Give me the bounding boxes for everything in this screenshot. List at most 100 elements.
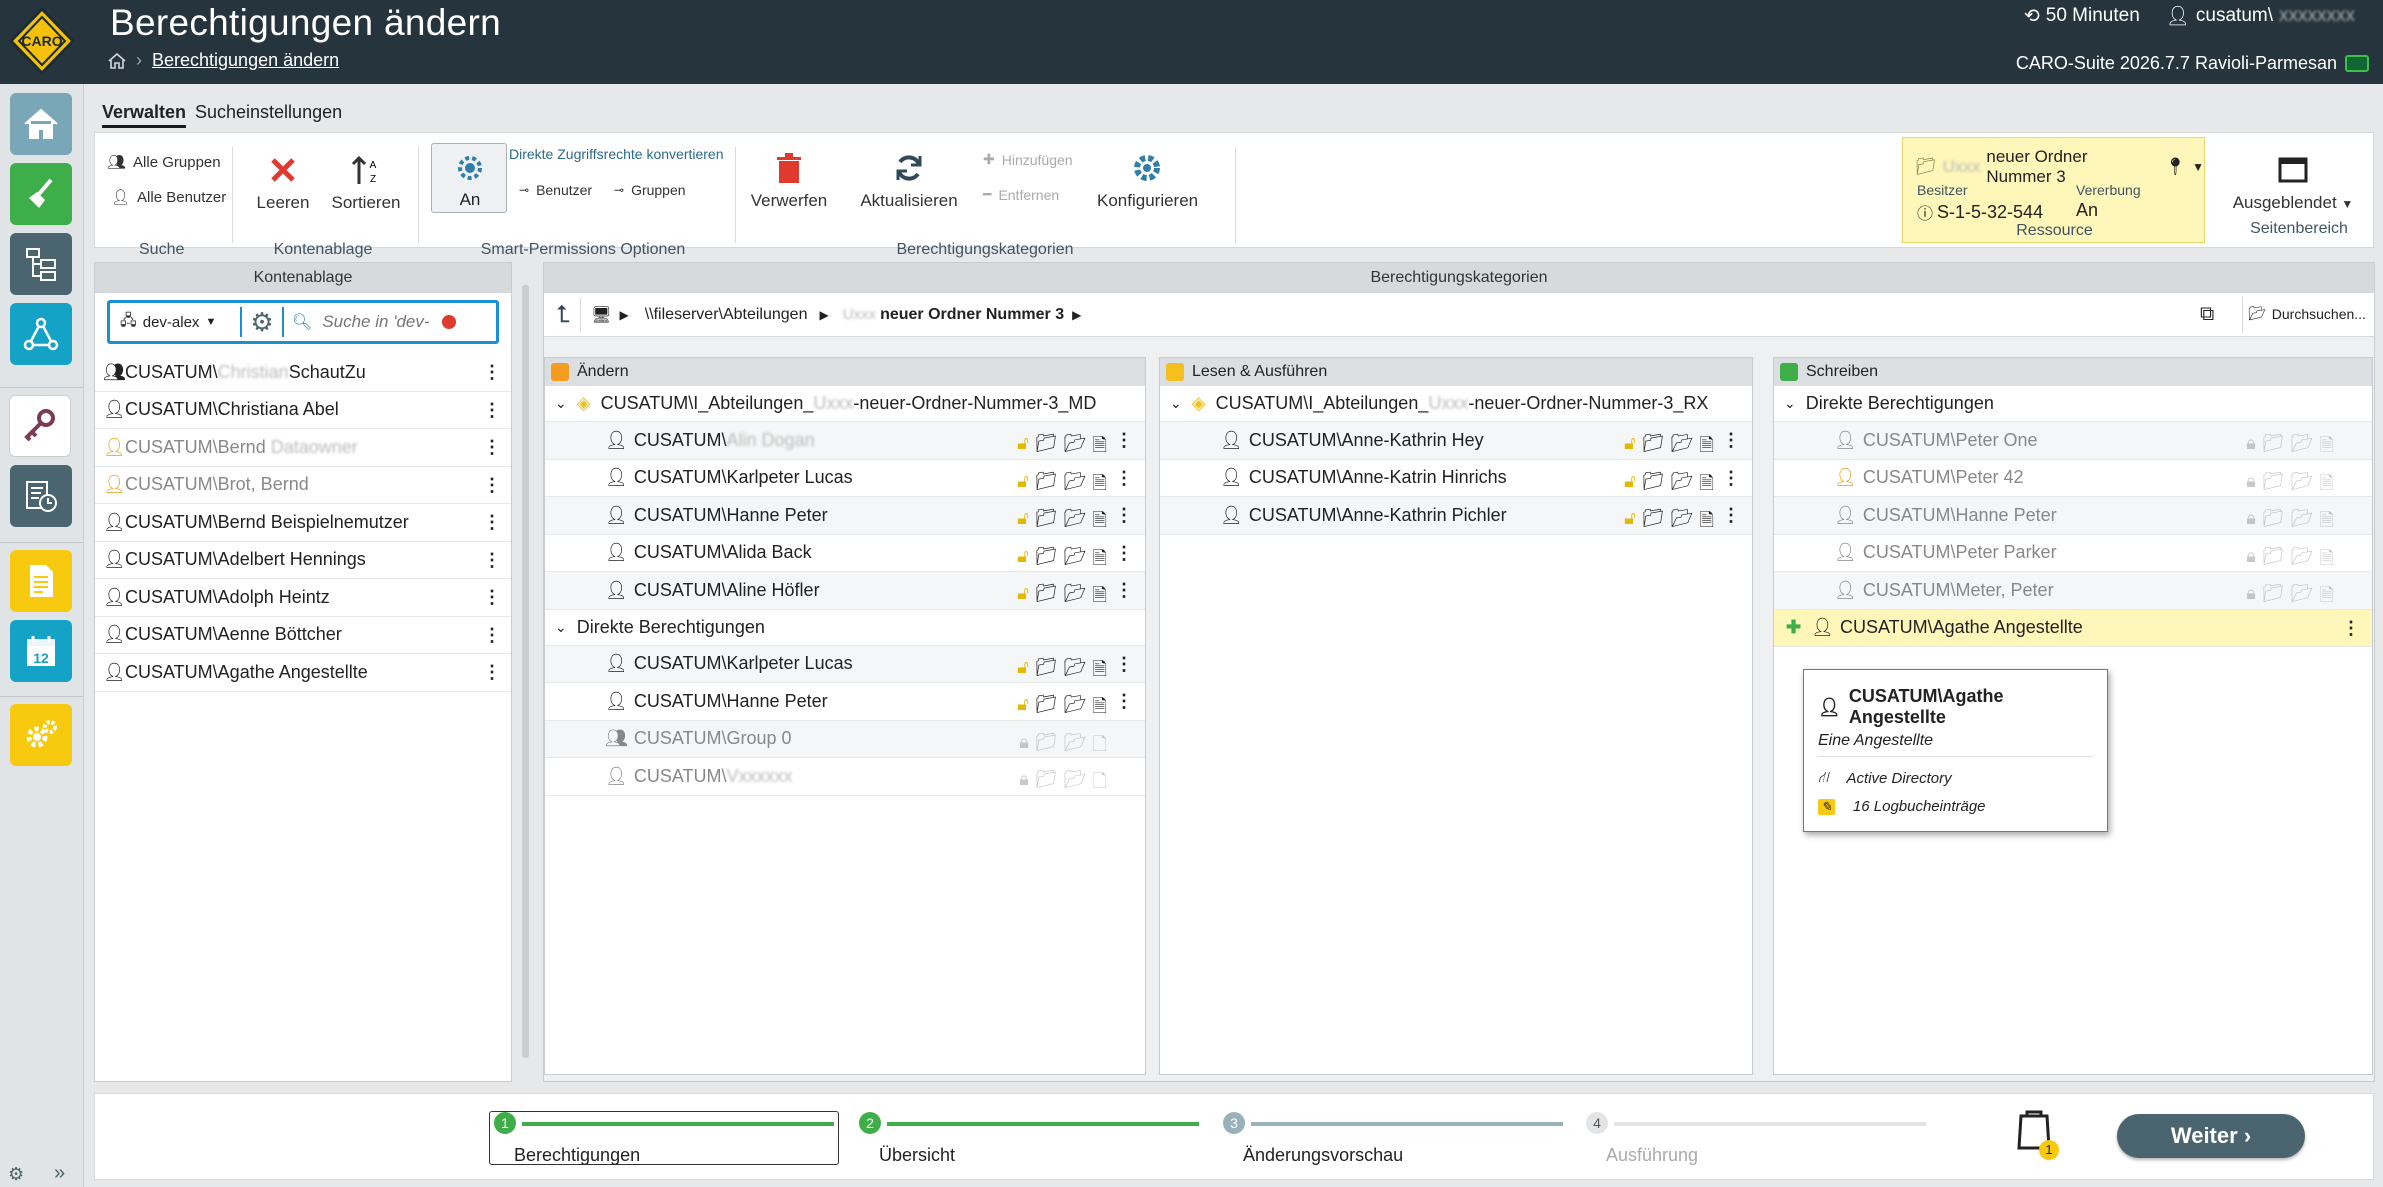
permission-row[interactable]: 👤︎ CUSATUM\Anne-Kathrin Pichler 🔓︎ 📁︎ 📂︎ 🗎 ⋮ <box>1160 497 1752 535</box>
more-options-icon[interactable]: ⋮ <box>1722 505 1740 526</box>
list-item[interactable]: 👤︎ CUSATUM\ Aenne Böttcher ⋮ <box>95 617 511 654</box>
path-folder[interactable]: neuer Ordner Nummer 3 <box>880 306 1064 324</box>
more-options-icon[interactable]: ⋮ <box>1115 505 1133 526</box>
up-arrow-icon[interactable]: ⮤ <box>556 301 570 329</box>
breadcrumb-current[interactable]: Berechtigungen ändern <box>152 50 339 71</box>
list-item[interactable]: 👤︎ CUSATUM\ Bernd Dataowner ⋮ <box>95 429 511 467</box>
more-options-icon[interactable]: ⋮ <box>1722 468 1740 489</box>
domain-select[interactable]: 🖧 dev-alex ▼ <box>110 310 240 335</box>
permission-row[interactable]: 👤︎ CUSATUM\Hanne Peter 🔓︎ 📁︎ 📂︎ 🗎 ⋮ <box>545 683 1145 721</box>
sidebar-gear-icon[interactable]: ⚙ <box>8 1164 24 1185</box>
caro-logo[interactable]: CARO <box>8 6 76 76</box>
permission-row[interactable]: 👤︎ CUSATUM\Meter, Peter 🔒︎ 📁︎ 📂︎ 🗎 <box>1774 572 2372 610</box>
permission-row[interactable]: 👤︎ CUSATUM\Karlpeter Lucas 🔓︎ 📁︎ 📂︎ 🗎 ⋮ <box>545 645 1145 683</box>
tab-verwalten[interactable]: Verwalten <box>102 102 187 128</box>
group-row-direkte[interactable]: ⌄ Direkte Berechtigungen <box>545 610 1145 646</box>
more-options-icon[interactable]: ⋮ <box>483 587 501 608</box>
sidebar-permissions-button[interactable] <box>9 395 71 457</box>
search-settings-gear-icon[interactable]: ⚙ <box>242 307 282 338</box>
panel-splitter[interactable] <box>522 285 529 1058</box>
smart-permissions-toggle[interactable]: An <box>431 143 507 213</box>
more-options-icon[interactable]: ⋮ <box>483 662 501 683</box>
more-options-icon[interactable]: ⋮ <box>1115 580 1133 601</box>
sidebar-expand-icon[interactable]: » <box>54 1162 65 1185</box>
permission-row[interactable]: 👤︎ CUSATUM\Peter One 🔒︎ 📁︎ 📂︎ 🗎 <box>1774 422 2372 460</box>
tab-sucheinstellungen[interactable]: Sucheinstellungen <box>195 102 342 123</box>
more-options-icon[interactable]: ⋮ <box>1115 691 1133 712</box>
more-options-icon[interactable]: ⋮ <box>483 362 501 383</box>
more-options-icon[interactable]: ⋮ <box>483 625 501 646</box>
more-options-icon[interactable]: ⋮ <box>483 400 501 421</box>
ausgeblendet-dropdown[interactable]: Ausgeblendet ▼ <box>2228 153 2358 213</box>
more-options-icon[interactable]: ⋮ <box>2342 618 2360 639</box>
more-options-icon[interactable]: ⋮ <box>483 512 501 533</box>
group-row[interactable]: ⌄ ◈ CUSATUM\I_Abteilungen_Uxxx-neuer-Ord… <box>1160 386 1752 422</box>
list-item[interactable]: 👥︎ CUSATUM\ Christian SchautZu ⋮ <box>95 354 511 392</box>
permission-row[interactable]: 👥︎ CUSATUM\Group 0 🔒︎ 📁︎ 📂︎ 🗋 <box>545 720 1145 758</box>
permission-row[interactable]: 👤︎ CUSATUM\Aline Höfler 🔓︎ 📁︎ 📂︎ 🗎 ⋮ <box>545 572 1145 610</box>
record-indicator-icon[interactable] <box>442 315 457 329</box>
permission-row[interactable]: 👤︎ CUSATUM\Anne-Katrin Hinrichs 🔓︎ 📁︎ 📂︎ 🗎 ⋮ <box>1160 459 1752 497</box>
verwerfen-button[interactable]: Verwerfen <box>749 151 829 211</box>
alle-benutzer-button[interactable]: 👤︎ Alle Benutzer <box>111 188 226 207</box>
sortieren-button[interactable]: AZ Sortieren <box>331 153 401 213</box>
alle-gruppen-button[interactable]: 👥︎ Alle Gruppen <box>107 153 221 172</box>
sidebar-reports-button[interactable] <box>10 465 72 527</box>
permission-row[interactable]: 👤︎ CUSATUM\Peter Parker 🔒︎ 📁︎ 📂︎ 🗎 <box>1774 534 2372 572</box>
cart-button[interactable]: 1 <box>2013 1108 2063 1162</box>
permission-row[interactable]: 👤︎ CUSATUM\Anne-Kathrin Hey 🔓︎ 📁︎ 📂︎ 🗎 ⋮ <box>1160 422 1752 460</box>
more-options-icon[interactable]: ⋮ <box>1722 430 1740 451</box>
tooltip-log[interactable]: ✎ 16 Logbucheinträge <box>1818 798 2093 815</box>
search-input[interactable] <box>322 312 435 332</box>
group-row-direkte[interactable]: ⌄ Direkte Berechtigungen <box>1774 386 2372 422</box>
aktualisieren-button[interactable]: Aktualisieren <box>859 151 959 211</box>
window-restore-icon[interactable]: ⧉ <box>2200 303 2214 326</box>
kontenablage-search-bar: 🖧 dev-alex ▼ ⚙ 🔍︎ <box>107 300 499 344</box>
entfernen-button[interactable]: ━ Entfernen <box>983 186 1059 203</box>
more-options-icon[interactable]: ⋮ <box>483 550 501 571</box>
browse-button[interactable]: 📂︎ Durchsuchen... <box>2248 305 2366 322</box>
permission-row[interactable]: 👤︎ CUSATUM\Karlpeter Lucas 🔓︎ 📁︎ 📂︎ 🗎 ⋮ <box>545 459 1145 497</box>
more-options-icon[interactable]: ⋮ <box>1115 430 1133 451</box>
more-options-icon[interactable]: ⋮ <box>483 437 501 458</box>
resource-selector[interactable]: 📁︎ Uxxx neuer Ordner Nummer 3 📍︎ ▼ <box>1915 147 2204 187</box>
option-benutzer[interactable]: ⊸ Benutzer <box>519 182 592 198</box>
wizard-step-2[interactable]: 2 Übersicht <box>855 1112 1205 1168</box>
list-item[interactable]: 👤︎ CUSATUM\ Christiana Abel ⋮ <box>95 392 511 429</box>
wizard-step-3[interactable]: 3 Änderungsvorschau <box>1219 1112 1569 1168</box>
list-item[interactable]: 👤︎ CUSATUM\ Brot, Bernd ⋮ <box>95 467 511 504</box>
sidebar-calendar-button[interactable]: 12 <box>10 620 72 682</box>
konfigurieren-button[interactable]: Konfigurieren <box>1097 151 1198 211</box>
weiter-button[interactable]: Weiter › <box>2117 1114 2305 1158</box>
list-item[interactable]: 👤︎ CUSATUM\ Agathe Angestellte ⋮ <box>95 654 511 692</box>
permission-row[interactable]: 👤︎ CUSATUM\ Vxxxxxx 🔒︎ 📁︎ 📂︎ 🗋 <box>545 758 1145 796</box>
permission-row-added[interactable]: ✚ 👤︎ CUSATUM\Agathe Angestellte ⋮ <box>1774 609 2372 647</box>
computer-icon[interactable]: 🖥︎ <box>591 305 611 325</box>
list-item[interactable]: 👤︎ CUSATUM\ Adolph Heintz ⋮ <box>95 579 511 617</box>
hinzufuegen-button[interactable]: ✚ Hinzufügen <box>983 151 1073 168</box>
permission-row[interactable]: 👤︎ CUSATUM\Hanne Peter 🔒︎ 📁︎ 📂︎ 🗎 <box>1774 497 2372 535</box>
permission-row[interactable]: 👤︎ CUSATUM\ Alin Dogan 🔓︎ 📁︎ 📂︎ 🗎 ⋮ <box>545 422 1145 460</box>
sidebar-network-button[interactable] <box>10 303 72 365</box>
more-options-icon[interactable]: ⋮ <box>1115 654 1133 675</box>
sidebar-tree-button[interactable] <box>10 233 72 295</box>
sidebar-settings-button[interactable] <box>10 704 72 766</box>
option-gruppen[interactable]: ⊸ Gruppen <box>614 182 686 198</box>
path-server[interactable]: \\fileserver\Abteilungen <box>645 306 808 324</box>
leeren-button[interactable]: Leeren <box>253 153 313 213</box>
sidebar-documents-button[interactable] <box>10 550 72 612</box>
sidebar-cleanup-button[interactable] <box>10 163 72 225</box>
list-item[interactable]: 👤︎ CUSATUM\ Adelbert Hennings ⋮ <box>95 542 511 579</box>
list-item[interactable]: 👤︎ CUSATUM\ Bernd Beispielnemutzer ⋮ <box>95 504 511 542</box>
current-user[interactable]: 👤︎ cusatum\ xxxxxxxx <box>2166 4 2355 28</box>
more-options-icon[interactable]: ⋮ <box>483 475 501 496</box>
permission-row[interactable]: 👤︎ CUSATUM\Alida Back 🔓︎ 📁︎ 📂︎ 🗎 ⋮ <box>545 534 1145 572</box>
sidebar-home-button[interactable] <box>10 93 72 155</box>
permission-row[interactable]: 👤︎ CUSATUM\Hanne Peter 🔓︎ 📁︎ 📂︎ 🗎 ⋮ <box>545 497 1145 535</box>
home-icon[interactable] <box>108 52 126 69</box>
more-options-icon[interactable]: ⋮ <box>1115 543 1133 564</box>
permission-row[interactable]: 👤︎ CUSATUM\Peter 42 🔒︎ 📁︎ 📂︎ 🗎 <box>1774 459 2372 497</box>
group-row[interactable]: ⌄ ◈ CUSATUM\I_Abteilungen_Uxxx-neuer-Ord… <box>545 386 1145 422</box>
wizard-step-1[interactable]: 1 Berechtigungen <box>489 1111 839 1165</box>
more-options-icon[interactable]: ⋮ <box>1115 468 1133 489</box>
